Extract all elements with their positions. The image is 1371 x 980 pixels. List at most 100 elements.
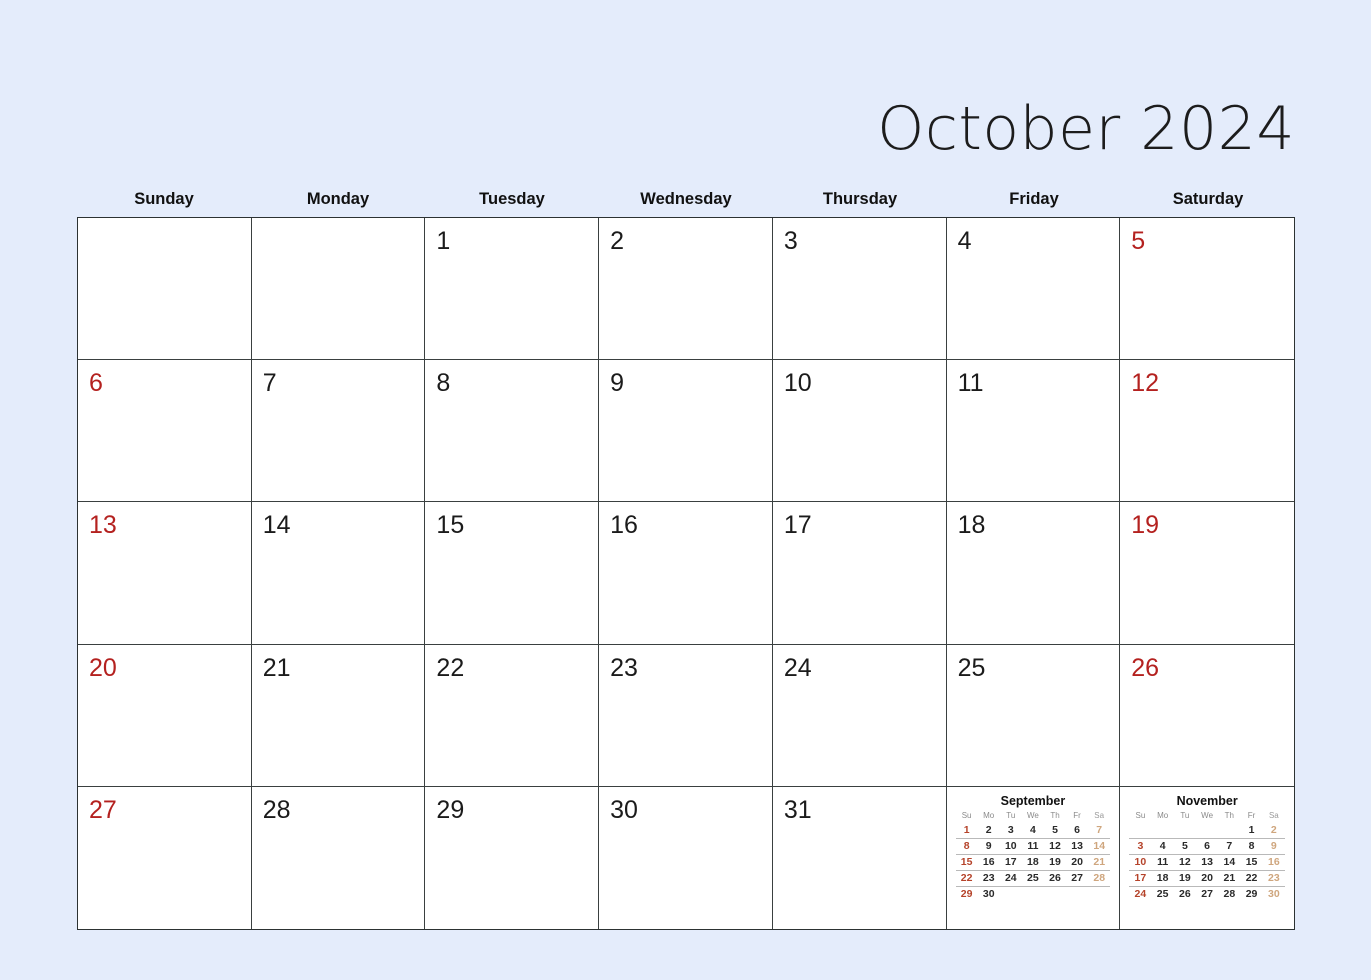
day-number: 26 (1131, 653, 1160, 682)
calendar-day-cell[interactable]: 25 (946, 644, 1121, 787)
mini-day: 20 (1066, 854, 1089, 871)
day-number: 22 (436, 653, 465, 682)
mini-day: 14 (1218, 854, 1241, 871)
calendar-page: October 2024 Sunday Monday Tuesday Wedne… (0, 0, 1371, 980)
day-number: 1 (436, 227, 451, 255)
mini-weekday-header: We (1201, 810, 1214, 820)
calendar-day-cell[interactable]: 10 (772, 360, 947, 503)
calendar-day-cell[interactable]: 27 (78, 786, 252, 929)
mini-calendar-title: September (1000, 793, 1066, 808)
day-number: 11 (957, 369, 984, 398)
calendar-day-cell[interactable]: 5 (1120, 218, 1294, 361)
calendar-day-cell[interactable]: 8 (425, 360, 600, 503)
mini-week-row: 22 23 24 25 26 27 28 (955, 870, 1111, 887)
calendar-day-cell[interactable]: 21 (251, 644, 426, 787)
mini-day: 19 (1043, 854, 1067, 871)
mini-day: 24 (999, 870, 1022, 887)
calendar-day-cell[interactable]: 28 (251, 786, 426, 929)
page-title: October 2024 (877, 94, 1295, 164)
mini-day: 11 (1151, 854, 1174, 871)
calendar-day-cell[interactable]: 29 (425, 786, 600, 929)
calendar-day-cell[interactable]: 7 (251, 360, 426, 503)
mini-calendar-table: Su Mo Tu We Th Fr Sa 1 2 3 4 5 6 7 8 9 10 11 12 13 14 15 16 17… (1129, 811, 1285, 902)
mini-day: 9 (977, 838, 1000, 855)
calendar-day-cell[interactable]: 31 (772, 786, 947, 929)
mini-day: 11 (1021, 838, 1044, 855)
mini-day: 25 (1021, 870, 1044, 887)
day-number: 4 (957, 227, 972, 255)
mini-weekday-header: Sa (1094, 810, 1105, 820)
calendar-day-cell[interactable]: 18 (946, 502, 1121, 645)
mini-day: 6 (1195, 838, 1219, 855)
calendar-day-cell[interactable] (78, 218, 252, 361)
day-number: 29 (436, 795, 465, 824)
mini-day: 12 (1043, 838, 1067, 855)
weekday-header-thursday: Thursday (822, 190, 898, 208)
mini-weekday-header: Su (1135, 810, 1146, 820)
calendar-day-cell[interactable]: 30 (599, 786, 773, 929)
mini-day: 5 (1173, 838, 1196, 855)
mini-day: 2 (977, 822, 1000, 839)
mini-week-row: 10 11 12 13 14 15 16 (1129, 854, 1285, 871)
weekday-header-sunday: Sunday (134, 190, 194, 208)
day-number: 27 (89, 795, 117, 824)
mini-day: 7 (1088, 822, 1111, 839)
mini-day: 16 (1262, 854, 1285, 871)
calendar-day-cell[interactable]: 6 (78, 360, 252, 503)
calendar-day-cell[interactable]: 15 (425, 502, 600, 645)
calendar-day-cell[interactable]: 24 (772, 644, 947, 787)
calendar-day-cell[interactable]: 22 (425, 644, 600, 787)
mini-day: 17 (999, 854, 1022, 871)
mini-weekday-header: Su (961, 810, 972, 820)
mini-weekday-header: Mo (983, 810, 995, 820)
mini-day: 18 (1151, 870, 1174, 887)
day-number: 14 (262, 511, 291, 540)
mini-day: 10 (999, 838, 1022, 855)
mini-calendar-title: November (1176, 793, 1238, 808)
calendar-day-cell[interactable]: 13 (78, 502, 252, 645)
calendar-day-cell[interactable]: 12 (1120, 360, 1294, 503)
mini-day: 30 (982, 888, 995, 901)
calendar-day-cell[interactable]: November Su Mo Tu We Th Fr Sa 1 2 3 4 5 6 7 8 9 10 11 12 13… (1120, 786, 1294, 929)
day-number: 5 (1131, 227, 1146, 255)
calendar-day-cell[interactable]: 20 (78, 644, 252, 787)
mini-day: 16 (977, 854, 1000, 871)
calendar-day-cell[interactable]: 23 (599, 644, 773, 787)
mini-week-row: 3456789 (1129, 838, 1285, 855)
mini-day: 17 (1129, 870, 1152, 887)
mini-day: 15 (955, 854, 978, 871)
mini-day: 1 (1240, 822, 1263, 839)
calendar-day-cell[interactable]: 2 (599, 218, 773, 361)
mini-day: 22 (1240, 870, 1263, 887)
mini-day: 23 (1262, 870, 1285, 887)
mini-day: 20 (1195, 870, 1219, 887)
mini-day: 26 (1179, 888, 1191, 901)
mini-weekday-header: We (1026, 810, 1039, 820)
calendar-day-cell[interactable] (251, 218, 426, 361)
calendar-day-cell[interactable]: 14 (251, 502, 426, 645)
mini-calendar-table: Su Mo Tu We Th Fr Sa 1 2 3 4 5 6 7 8 9 10 11 12 13 14 15 16 17 1… (955, 810, 1111, 902)
calendar-day-cell[interactable]: 26 (1120, 644, 1294, 787)
calendar-day-cell[interactable]: 4 (946, 218, 1121, 361)
weekday-header-saturday: Saturday (1172, 190, 1244, 208)
calendar-day-cell[interactable]: 1 (425, 218, 600, 361)
mini-day (1195, 822, 1219, 839)
mini-day: 21 (1088, 854, 1111, 871)
mini-day: 29 (960, 888, 973, 901)
mini-day: 12 (1173, 854, 1196, 871)
calendar-day-cell[interactable]: 19 (1120, 502, 1294, 645)
day-number: 21 (262, 653, 291, 682)
calendar-day-cell[interactable]: September Su Mo Tu We Th Fr Sa 1 2 3 4 5 6 7 8 9 10 11 12 13… (946, 786, 1121, 929)
calendar-day-cell[interactable]: 9 (599, 360, 773, 503)
mini-day (1044, 886, 1066, 902)
mini-day (1151, 822, 1174, 839)
mini-day: 13 (1195, 854, 1219, 871)
mini-weekday-header: Th (1050, 810, 1060, 820)
calendar-day-cell[interactable]: 3 (772, 218, 947, 361)
mini-day: 14 (1088, 838, 1111, 855)
calendar-day-cell[interactable]: 17 (772, 502, 947, 645)
calendar-day-cell[interactable]: 16 (599, 502, 773, 645)
calendar-day-cell[interactable]: 11 (946, 360, 1121, 503)
day-number: 31 (783, 795, 812, 824)
mini-week-row: 8 9 10 11 12 13 14 (955, 838, 1111, 855)
